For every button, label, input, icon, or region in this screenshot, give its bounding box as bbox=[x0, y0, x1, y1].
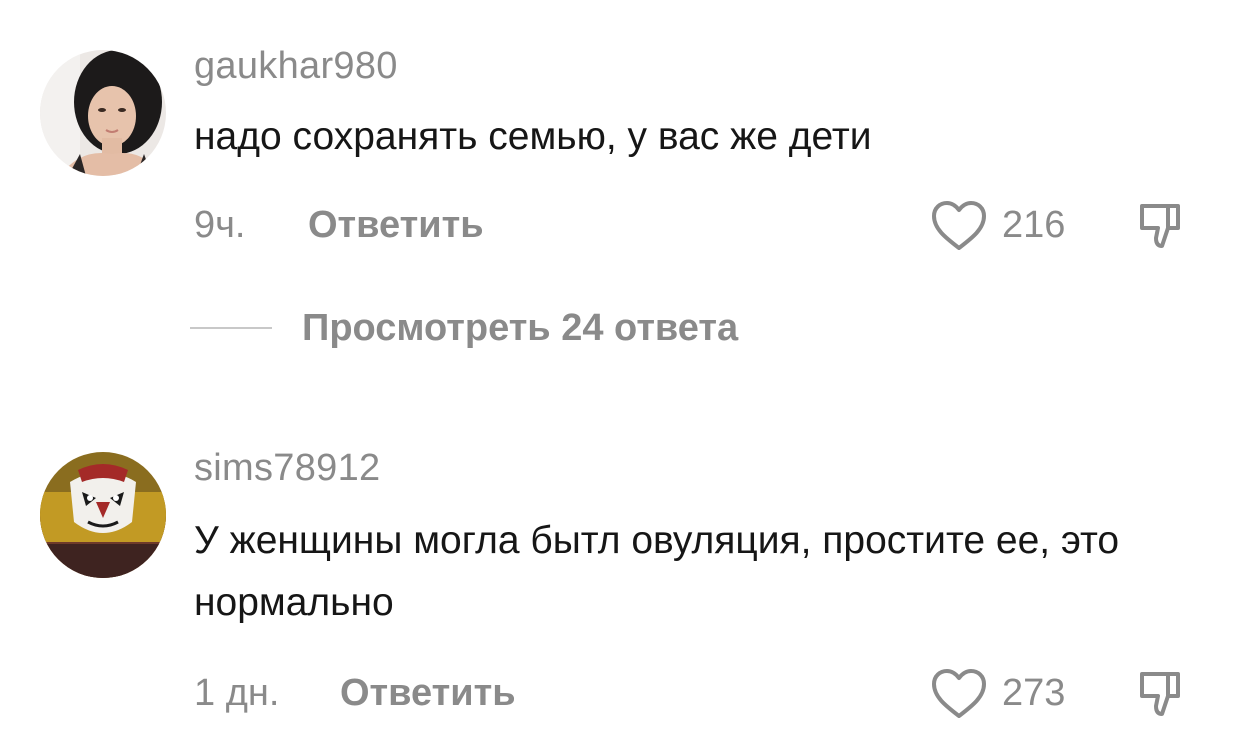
thumbs-down-icon[interactable] bbox=[1136, 668, 1188, 725]
avatar[interactable] bbox=[40, 50, 166, 176]
reply-button[interactable]: Ответить bbox=[308, 204, 484, 247]
comment-text: У женщины могла бытл овуляция, простите … bbox=[194, 519, 1120, 624]
comment-username[interactable]: sims78912 bbox=[194, 447, 380, 490]
avatar-photo bbox=[40, 50, 166, 176]
view-replies-button[interactable]: Просмотреть 24 ответа bbox=[302, 307, 738, 350]
comments-list: gaukhar980 надо сохранять семью, у вас ж… bbox=[0, 0, 1239, 752]
like-count: 216 bbox=[1002, 204, 1066, 246]
heart-outline-icon[interactable] bbox=[930, 668, 988, 725]
heart-outline-icon[interactable] bbox=[930, 200, 988, 257]
replies-divider bbox=[190, 327, 272, 329]
comment-text: надо сохранять семью, у вас же дети bbox=[194, 115, 872, 158]
like-count: 273 bbox=[1002, 672, 1066, 714]
avatar-photo bbox=[40, 452, 166, 578]
comment-timestamp: 1 дн. bbox=[194, 672, 280, 714]
reply-button[interactable]: Ответить bbox=[340, 672, 516, 715]
thumbs-down-icon[interactable] bbox=[1136, 200, 1188, 257]
comment-timestamp: 9ч. bbox=[194, 204, 246, 246]
comment-username[interactable]: gaukhar980 bbox=[194, 45, 398, 88]
avatar[interactable] bbox=[40, 452, 166, 578]
